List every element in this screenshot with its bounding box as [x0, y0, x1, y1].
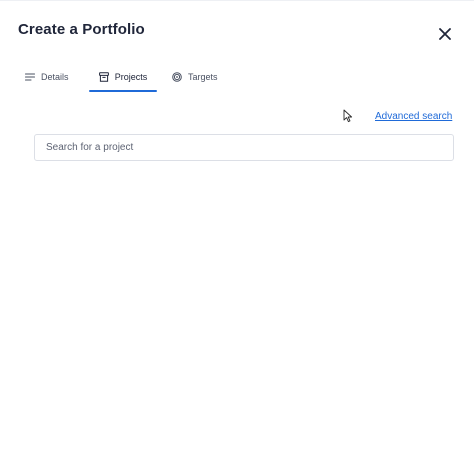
tab-details-label: Details: [41, 72, 69, 82]
create-portfolio-dialog: Create a Portfolio Details Projects Targ…: [0, 0, 474, 450]
tab-projects[interactable]: Projects: [89, 63, 157, 92]
tab-details[interactable]: Details: [19, 63, 75, 91]
tab-bar: Details Projects Targets: [0, 63, 474, 92]
tab-targets[interactable]: Targets: [166, 63, 224, 91]
archive-box-icon: [98, 72, 109, 82]
mouse-pointer-icon: [343, 109, 353, 123]
tab-targets-label: Targets: [188, 72, 218, 82]
close-button[interactable]: [436, 25, 454, 43]
dialog-title: Create a Portfolio: [18, 21, 145, 38]
advanced-search-link[interactable]: Advanced search: [375, 111, 452, 122]
project-search-field[interactable]: [34, 134, 454, 161]
close-icon: [439, 28, 451, 40]
tab-projects-label: Projects: [114, 72, 148, 82]
lines-icon: [25, 73, 35, 81]
project-search-input[interactable]: [46, 142, 453, 153]
target-icon: [172, 72, 182, 82]
